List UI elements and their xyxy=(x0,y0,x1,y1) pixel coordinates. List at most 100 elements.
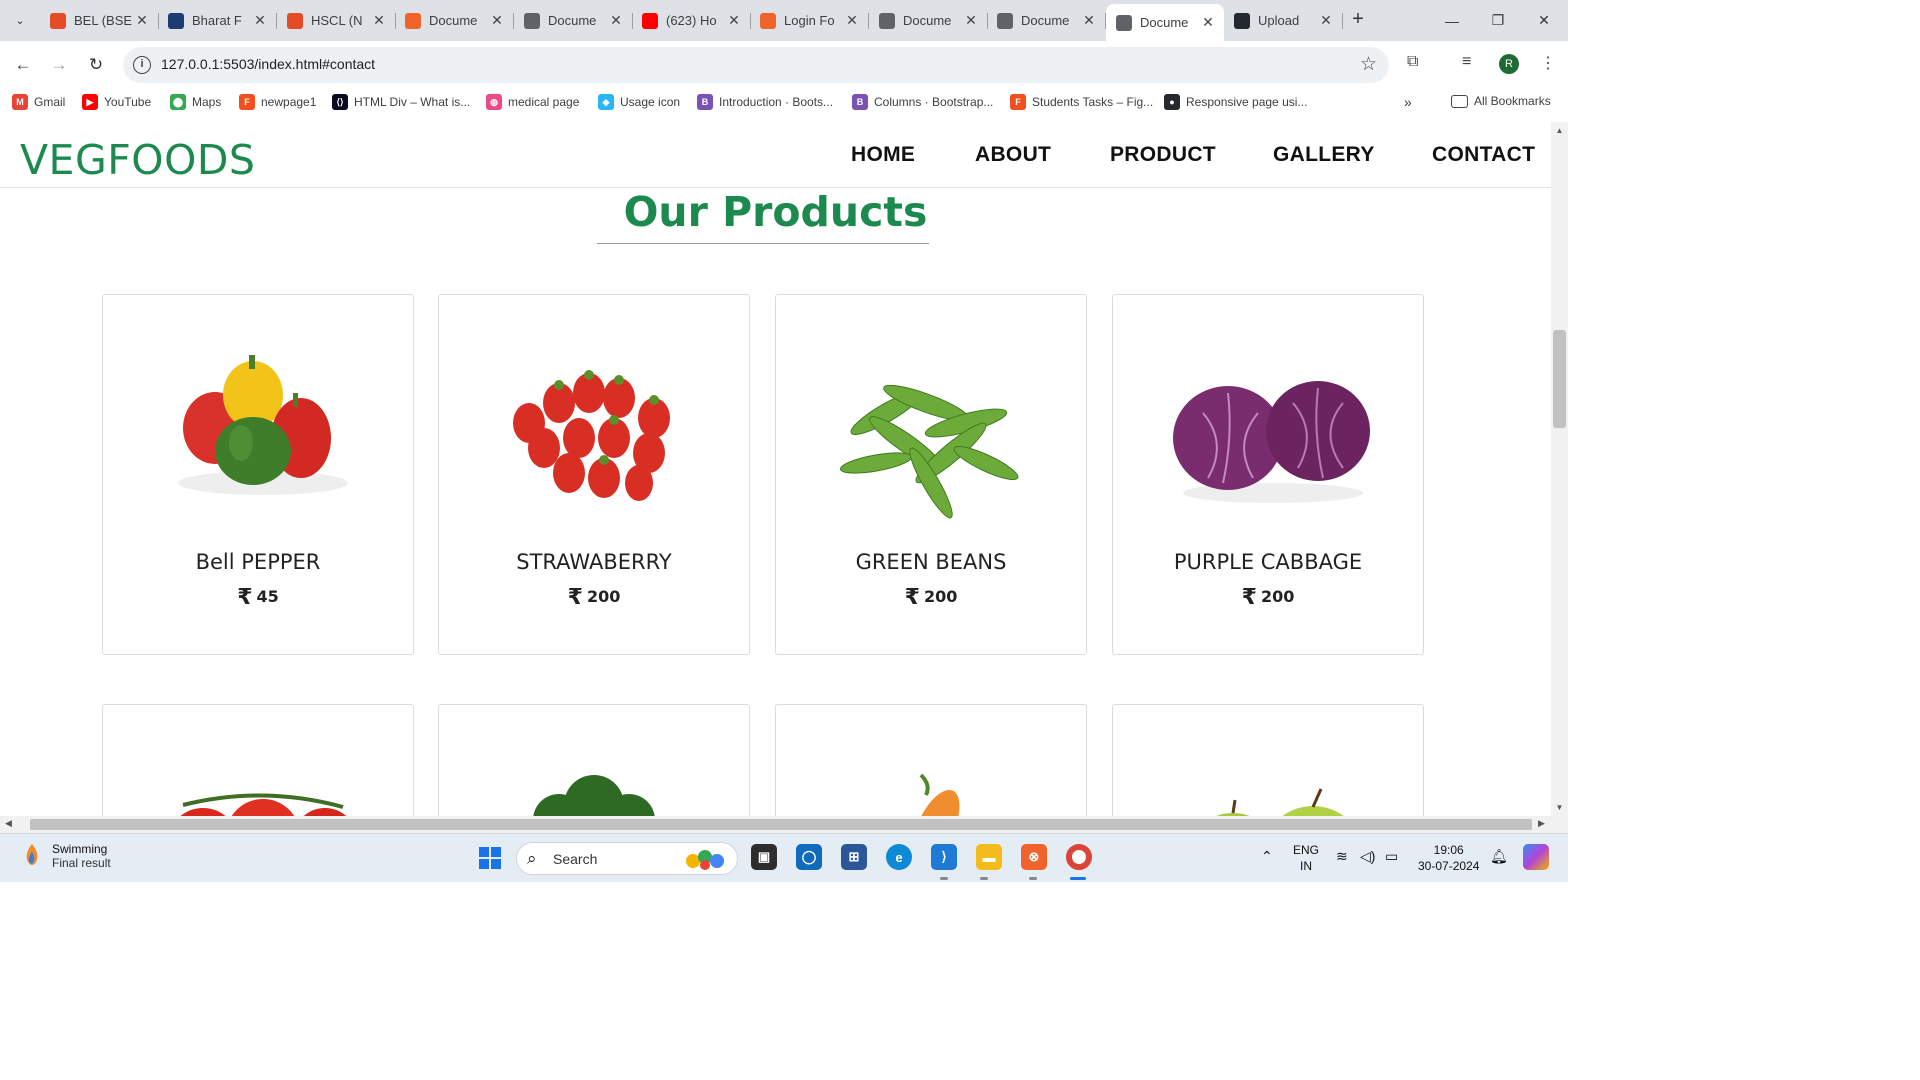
file-explorer-icon[interactable]: ▬ xyxy=(976,844,1002,870)
site-info-icon[interactable]: i xyxy=(133,56,151,74)
scroll-right-arrow-icon[interactable]: ▶ xyxy=(1538,818,1545,829)
bookmark-item[interactable]: ⬤ Maps xyxy=(170,94,221,110)
product-card[interactable] xyxy=(438,704,750,816)
bookmark-item[interactable]: ◆ Usage icon xyxy=(598,94,680,110)
volume-icon[interactable]: ◁) xyxy=(1360,848,1375,864)
url-text[interactable]: 127.0.0.1:5503/index.html#contact xyxy=(161,56,375,72)
tab-close-icon[interactable]: ✕ xyxy=(608,12,624,29)
nav-home[interactable]: HOME xyxy=(851,143,915,167)
bookmark-item[interactable]: ◍ medical page xyxy=(486,94,579,110)
task-view-icon[interactable]: ▣ xyxy=(751,844,777,870)
more-bookmarks-icon[interactable]: » xyxy=(1404,94,1412,110)
bookmark-label: HTML Div – What is... xyxy=(354,95,471,109)
tab-search-chevron-icon[interactable]: ⌄ xyxy=(7,7,33,33)
section-title: Our Products xyxy=(623,188,928,236)
tab-close-icon[interactable]: ✕ xyxy=(1200,14,1216,31)
horizontal-scrollbar[interactable]: ◀ ▶ xyxy=(0,816,1551,833)
vertical-scroll-thumb[interactable] xyxy=(1553,330,1566,428)
scroll-up-arrow-icon[interactable]: ▲ xyxy=(1551,126,1568,135)
tab-close-icon[interactable]: ✕ xyxy=(371,12,387,29)
bookmark-item[interactable]: F Students Tasks – Fig... xyxy=(1010,94,1153,110)
nav-gallery[interactable]: GALLERY xyxy=(1273,143,1375,167)
scroll-down-arrow-icon[interactable]: ▼ xyxy=(1551,803,1568,812)
windows-start-icon[interactable] xyxy=(477,845,503,871)
tab-close-icon[interactable]: ✕ xyxy=(489,12,505,29)
media-control-icon[interactable]: ≡ xyxy=(1462,53,1471,71)
tab-close-icon[interactable]: ✕ xyxy=(134,12,150,29)
taskbar-search[interactable]: ⌕ Search xyxy=(516,842,738,875)
green-beans-image xyxy=(840,384,1019,519)
browser-toolbar: ← → ↻ i 127.0.0.1:5503/index.html#contac… xyxy=(0,41,1568,88)
bookmark-item[interactable]: B Columns · Bootstrap... xyxy=(852,94,993,110)
show-hidden-icons-chevron[interactable]: ⌃ xyxy=(1261,848,1273,864)
nav-about[interactable]: ABOUT xyxy=(975,143,1051,167)
bookmark-item[interactable]: ▶ YouTube xyxy=(82,94,151,110)
browser-tab[interactable]: Docume ✕ xyxy=(1106,4,1224,41)
vscode-icon[interactable]: ⟩ xyxy=(931,844,957,870)
language-indicator[interactable]: ENG IN xyxy=(1293,842,1319,874)
browser-tab[interactable]: Docume ✕ xyxy=(987,5,1106,36)
bookmark-item[interactable]: ⟨⟩ HTML Div – What is... xyxy=(332,94,470,110)
product-card[interactable]: GREEN BEANS ₹200 xyxy=(775,294,1087,655)
browser-tab[interactable]: HSCL (N ✕ xyxy=(277,5,396,36)
weather-widget[interactable]: Swimming Final result xyxy=(22,842,111,870)
back-arrow-icon[interactable]: ← xyxy=(10,52,36,78)
store-icon[interactable]: ⊞ xyxy=(841,844,867,870)
scroll-left-arrow-icon[interactable]: ◀ xyxy=(5,818,12,829)
minimize-button[interactable]: — xyxy=(1429,0,1475,41)
battery-icon[interactable]: ▭ xyxy=(1385,848,1398,864)
menu-kebab-icon[interactable]: ⋮ xyxy=(1540,53,1556,73)
product-card[interactable] xyxy=(102,704,414,816)
xampp-icon[interactable]: ⊗ xyxy=(1021,844,1047,870)
vertical-scrollbar[interactable]: ▲ ▼ xyxy=(1551,122,1568,816)
tab-close-icon[interactable]: ✕ xyxy=(1318,12,1334,29)
restore-button[interactable]: ❐ xyxy=(1475,0,1521,41)
forward-arrow-icon[interactable]: → xyxy=(46,52,72,78)
tab-close-icon[interactable]: ✕ xyxy=(844,12,860,29)
nav-product[interactable]: PRODUCT xyxy=(1110,143,1216,167)
extensions-icon[interactable]: ⧉ xyxy=(1407,53,1418,71)
product-price: ₹45 xyxy=(237,585,279,610)
product-card[interactable]: PURPLE CABBAGE ₹200 xyxy=(1112,294,1424,655)
browser-tab[interactable]: BEL (BSE ✕ xyxy=(40,5,159,36)
bookmark-item[interactable]: ● Responsive page usi... xyxy=(1164,94,1307,110)
product-card[interactable]: Bell PEPPER ₹45 xyxy=(102,294,414,655)
horizontal-scroll-thumb[interactable] xyxy=(30,819,1532,830)
address-bar[interactable]: i 127.0.0.1:5503/index.html#contact ☆ xyxy=(123,47,1389,83)
browser-tab[interactable]: Upload ✕ xyxy=(1224,5,1343,36)
product-card[interactable] xyxy=(1112,704,1424,816)
product-price: ₹200 xyxy=(904,585,958,610)
tab-close-icon[interactable]: ✕ xyxy=(1081,12,1097,29)
edge-icon[interactable]: e xyxy=(886,844,912,870)
bookmark-favicon-icon: F xyxy=(239,94,255,110)
product-card[interactable]: STRAWABERRY ₹200 xyxy=(438,294,750,655)
bookmark-item[interactable]: M Gmail xyxy=(12,94,65,110)
browser-tab[interactable]: (623) Ho ✕ xyxy=(632,5,751,36)
all-bookmarks-folder[interactable]: All Bookmarks xyxy=(1451,94,1551,108)
notification-bell-icon[interactable]: 🔔︎ xyxy=(1490,848,1508,864)
tab-close-icon[interactable]: ✕ xyxy=(252,12,268,29)
chrome-icon[interactable] xyxy=(1066,844,1092,870)
product-card[interactable] xyxy=(775,704,1087,816)
nav-contact[interactable]: CONTACT xyxy=(1432,143,1535,167)
browser-tab[interactable]: Bharat F ✕ xyxy=(158,5,277,36)
site-logo[interactable]: VEGFOODS xyxy=(20,136,255,184)
wifi-icon[interactable]: ≋ xyxy=(1336,848,1348,864)
tab-close-icon[interactable]: ✕ xyxy=(726,12,742,29)
reload-icon[interactable]: ↻ xyxy=(83,52,109,78)
browser-tab[interactable]: Docume ✕ xyxy=(395,5,514,36)
browser-tab[interactable]: Login Fo ✕ xyxy=(750,5,869,36)
profile-avatar[interactable]: R xyxy=(1499,54,1519,74)
browser-tab[interactable]: Docume ✕ xyxy=(514,5,633,36)
tab-close-icon[interactable]: ✕ xyxy=(963,12,979,29)
clock[interactable]: 19:06 30-07-2024 xyxy=(1418,842,1479,874)
close-window-button[interactable]: ✕ xyxy=(1521,0,1567,41)
tab-favicon-icon xyxy=(287,12,303,29)
browser-tab[interactable]: Docume ✕ xyxy=(869,5,988,36)
new-tab-button[interactable]: + xyxy=(1346,8,1370,32)
bookmark-star-icon[interactable]: ☆ xyxy=(1360,53,1377,76)
zoom-app-icon[interactable]: ◯ xyxy=(796,844,822,870)
copilot-icon[interactable] xyxy=(1523,844,1549,870)
bookmark-item[interactable]: Fnewpage1 xyxy=(239,94,316,110)
bookmark-item[interactable]: B Introduction · Boots... xyxy=(697,94,833,110)
